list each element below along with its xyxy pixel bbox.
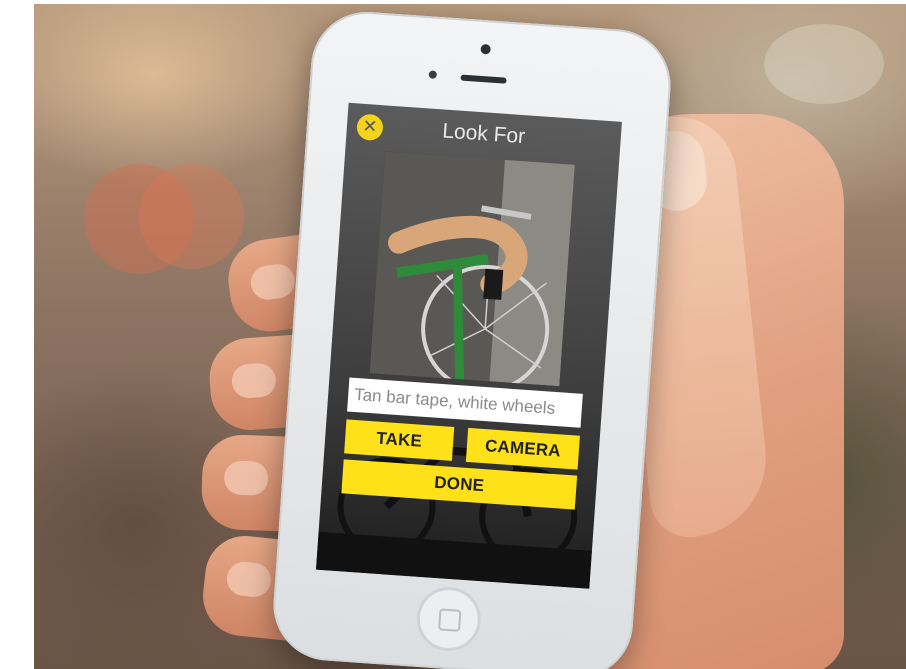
home-button[interactable] [414,584,483,654]
finger-nail [225,560,273,599]
app-screen: ✕ Look For Tan bar tape, white wheels TA… [315,102,622,589]
home-square-icon [438,608,462,632]
smartphone: ✕ Look For Tan bar tape, white wheels TA… [269,8,675,669]
bike-handlebar-photo [369,151,575,387]
front-camera [480,43,492,55]
bokeh-light [139,164,244,269]
finger-nail [223,460,269,496]
photo-background: ✕ Look For Tan bar tape, white wheels TA… [34,4,906,669]
finger-nail [230,362,277,400]
finger-nail [248,262,297,302]
earpiece-speaker [460,74,507,84]
proximity-sensor [428,70,438,79]
screen-title: Look For [441,119,526,149]
bokeh-light [764,24,884,104]
selected-photo [369,151,575,387]
